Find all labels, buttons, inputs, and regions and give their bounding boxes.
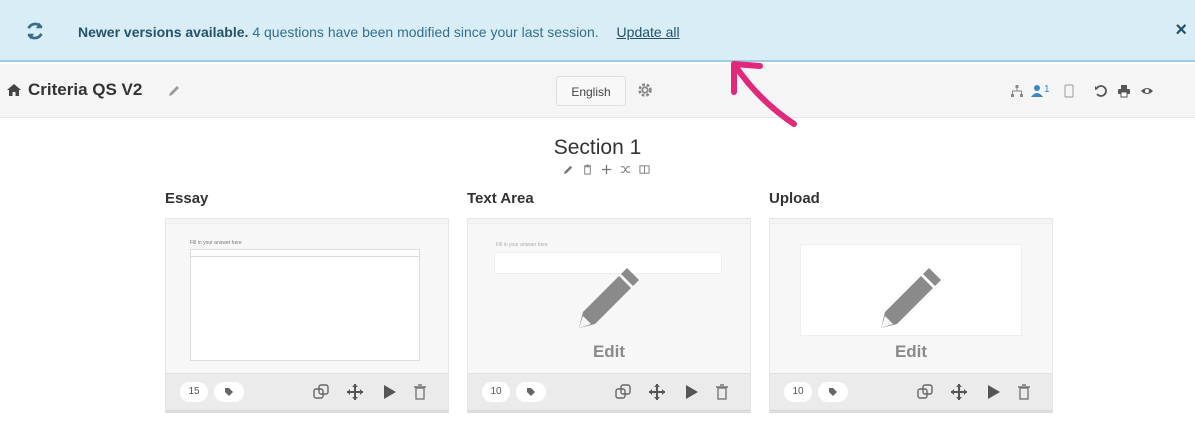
- pencil-icon[interactable]: [167, 84, 181, 98]
- annotation-arrow-icon: [731, 61, 797, 127]
- question-preview[interactable]: Fill in your answer here: [166, 223, 448, 373]
- section-title: Section 1: [553, 136, 642, 159]
- mobile-icon[interactable]: [1062, 84, 1076, 98]
- card-shadow: [769, 410, 1053, 413]
- assessment-title: Criteria QS V2: [28, 80, 143, 99]
- assessment-toolbar: Criteria QS V2 English 1: [0, 64, 1195, 118]
- question-preview[interactable]: Fill in your answer here Edit: [468, 223, 750, 373]
- points-badge[interactable]: 10: [784, 382, 812, 402]
- question-preview[interactable]: Edit: [770, 223, 1052, 373]
- card-footer: 10: [468, 373, 750, 409]
- tag-button[interactable]: [516, 382, 546, 402]
- card-shadow: [467, 410, 751, 413]
- hierarchy-icon[interactable]: [1010, 84, 1024, 98]
- play-icon[interactable]: [380, 383, 398, 401]
- question-card-essay[interactable]: Fill in your answer here 15: [165, 218, 449, 413]
- preview-title: Fill in your answer here: [190, 240, 242, 246]
- user-count: 1: [1044, 84, 1050, 95]
- duplicate-icon[interactable]: [916, 383, 934, 401]
- banner-title: Newer versions available.: [78, 24, 249, 40]
- update-all-link[interactable]: Update all: [617, 24, 680, 40]
- shuffle-icon[interactable]: [620, 164, 631, 175]
- section-tools: [536, 164, 676, 180]
- trash-icon[interactable]: [582, 164, 593, 175]
- tag-icon: [225, 388, 233, 396]
- close-banner-button[interactable]: ×: [1175, 20, 1187, 40]
- trash-icon[interactable]: [1015, 383, 1033, 401]
- editor-toolbar: [190, 249, 420, 257]
- move-icon[interactable]: [601, 164, 612, 175]
- update-notification-banner: Newer versions available. 4 questions ha…: [0, 0, 1195, 62]
- columns-icon[interactable]: [638, 164, 650, 175]
- edit-label[interactable]: Edit: [468, 342, 750, 362]
- question-label: Essay: [165, 190, 209, 207]
- question-card-upload[interactable]: Edit 10: [769, 218, 1053, 413]
- play-icon[interactable]: [682, 383, 700, 401]
- points-badge[interactable]: 15: [180, 382, 208, 402]
- duplicate-icon[interactable]: [614, 383, 632, 401]
- play-icon[interactable]: [984, 383, 1002, 401]
- card-shadow: [165, 410, 449, 413]
- card-footer: 10: [770, 373, 1052, 409]
- tag-button[interactable]: [818, 382, 848, 402]
- banner-text: 4 questions have been modified since you…: [252, 24, 599, 40]
- preview-eye-icon[interactable]: [1140, 84, 1154, 98]
- pencil-icon: [579, 268, 639, 328]
- gear-icon[interactable]: [636, 81, 654, 99]
- language-selector[interactable]: English: [556, 76, 626, 106]
- pencil-icon: [881, 268, 941, 328]
- essay-answer-area: [190, 257, 420, 361]
- move-icon[interactable]: [950, 383, 968, 401]
- trash-icon[interactable]: [411, 383, 429, 401]
- tag-icon: [829, 388, 837, 396]
- question-card-text-area[interactable]: Fill in your answer here Edit 10: [467, 218, 751, 413]
- edit-label[interactable]: Edit: [770, 342, 1052, 362]
- user-icon[interactable]: [1030, 84, 1044, 98]
- tag-icon: [527, 388, 535, 396]
- home-icon[interactable]: [6, 82, 22, 98]
- question-label: Upload: [769, 190, 820, 207]
- points-badge[interactable]: 10: [482, 382, 510, 402]
- history-icon[interactable]: [1094, 84, 1108, 98]
- card-footer: 15: [166, 373, 448, 409]
- question-label: Text Area: [467, 190, 534, 207]
- pencil-icon[interactable]: [563, 164, 574, 175]
- banner-message: Newer versions available. 4 questions ha…: [78, 24, 680, 40]
- duplicate-icon[interactable]: [312, 383, 330, 401]
- print-icon[interactable]: [1117, 84, 1131, 98]
- preview-title: Fill in your answer here: [496, 242, 548, 248]
- move-icon[interactable]: [346, 383, 364, 401]
- tag-button[interactable]: [214, 382, 244, 402]
- refresh-icon[interactable]: [24, 20, 46, 42]
- trash-icon[interactable]: [713, 383, 731, 401]
- move-icon[interactable]: [648, 383, 666, 401]
